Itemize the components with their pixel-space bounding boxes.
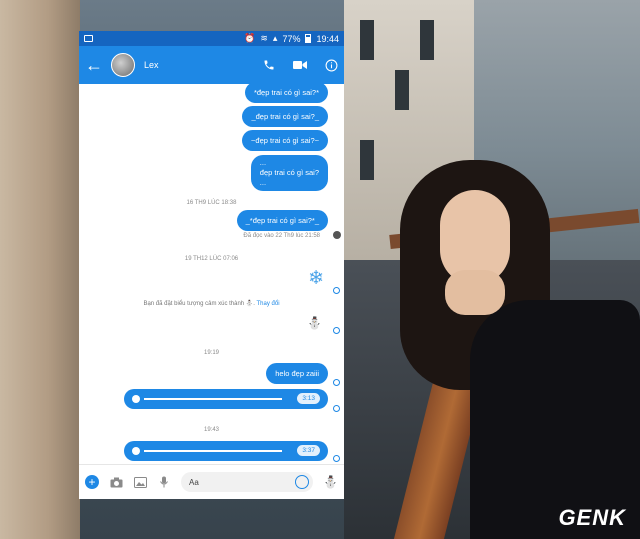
wifi-icon: ≋	[260, 33, 268, 43]
timestamp: 19:19	[203, 350, 219, 356]
message-input-placeholder: Aa	[189, 477, 199, 487]
message-thread[interactable]: *đẹp trai có gì sai?* _đẹp trai có gì sa…	[79, 82, 344, 464]
avatar[interactable]	[111, 53, 135, 77]
contact-name[interactable]: Lex	[144, 60, 159, 70]
battery-icon	[305, 34, 312, 43]
audio-duration: 3:37	[297, 445, 320, 456]
window	[420, 20, 434, 60]
change-emoji-link[interactable]: Thay đổi	[257, 301, 280, 307]
window	[395, 70, 409, 110]
message-composer: + Aa ⛄	[79, 464, 344, 499]
battery-percent: 77%	[282, 33, 301, 44]
building-left	[0, 0, 80, 539]
voice-message[interactable]: 3:37	[124, 441, 328, 461]
video-call-icon[interactable]	[293, 60, 307, 70]
gallery-notification-icon	[84, 35, 93, 42]
audio-track[interactable]	[144, 398, 282, 400]
woman-dress	[470, 300, 640, 539]
status-bar: ⏰ ≋ ▴ 77% 19:44	[79, 31, 344, 46]
back-arrow-icon[interactable]: ←	[85, 55, 107, 76]
message-bubble[interactable]: _*đẹp trai có gì sai?*_	[236, 210, 328, 231]
timestamp: 16 TH9 LÚC 18:38	[186, 200, 237, 206]
snowman-icon[interactable]: ⛄	[307, 316, 322, 330]
voice-message[interactable]: 3:13	[124, 389, 328, 409]
delivered-check-icon	[333, 287, 340, 294]
info-icon[interactable]	[325, 59, 338, 72]
gallery-icon[interactable]	[133, 476, 147, 488]
conversation-header: ← Lex	[79, 46, 344, 84]
message-bubble[interactable]: helo đẹp zaiii	[266, 363, 328, 384]
microphone-icon[interactable]	[157, 476, 171, 488]
message-line: đẹp trai có gì sai?	[259, 168, 319, 177]
woman-arm	[445, 270, 505, 315]
delivered-check-icon	[333, 327, 340, 334]
delivered-check-icon	[333, 379, 340, 386]
delivered-check-icon	[333, 405, 340, 412]
snowflake-icon[interactable]: ❄	[308, 267, 324, 290]
genk-watermark: GENK	[558, 505, 626, 530]
camera-icon[interactable]	[109, 476, 123, 488]
message-line: ...	[259, 158, 267, 167]
notice-text: Bạn đã đặt biểu tượng cảm xúc thành ⛄.	[143, 301, 255, 307]
signal-icon: ▴	[272, 33, 278, 43]
plus-icon[interactable]: +	[85, 475, 99, 489]
phone-icon[interactable]	[263, 59, 275, 71]
alarm-icon: ⏰	[244, 33, 256, 43]
audio-track[interactable]	[144, 450, 282, 452]
message-bubble[interactable]: ~đẹp trai có gì sai?~	[242, 130, 328, 151]
seen-avatar	[333, 231, 341, 239]
message-bubble[interactable]: _đẹp trai có gì sai?_	[242, 106, 328, 127]
delivered-check-icon	[333, 455, 340, 462]
message-bubble[interactable]: ... đẹp trai có gì sai? ...	[250, 155, 328, 191]
emoji-change-notice: Bạn đã đặt biểu tượng cảm xúc thành ⛄. T…	[79, 300, 344, 307]
timestamp: 19 TH12 LÚC 07:06	[184, 256, 239, 262]
window	[360, 140, 374, 180]
play-icon[interactable]	[132, 395, 140, 403]
clock: 19:44	[316, 33, 339, 44]
play-icon[interactable]	[132, 447, 140, 455]
message-line: ...	[259, 178, 267, 187]
phone-screen: ⏰ ≋ ▴ 77% 19:44 ← Lex *đẹp trai có gì sa…	[79, 31, 344, 499]
timestamp: 19:43	[203, 427, 219, 433]
window	[360, 20, 374, 60]
send-snowman-icon[interactable]: ⛄	[323, 475, 338, 489]
seen-status: Đã đọc vào 22 Th9 lúc 21:58	[243, 233, 320, 239]
emoji-icon[interactable]	[295, 475, 310, 489]
audio-duration: 3:13	[297, 393, 320, 404]
message-bubble[interactable]: *đẹp trai có gì sai?*	[244, 82, 328, 103]
message-input[interactable]: Aa	[181, 472, 314, 492]
